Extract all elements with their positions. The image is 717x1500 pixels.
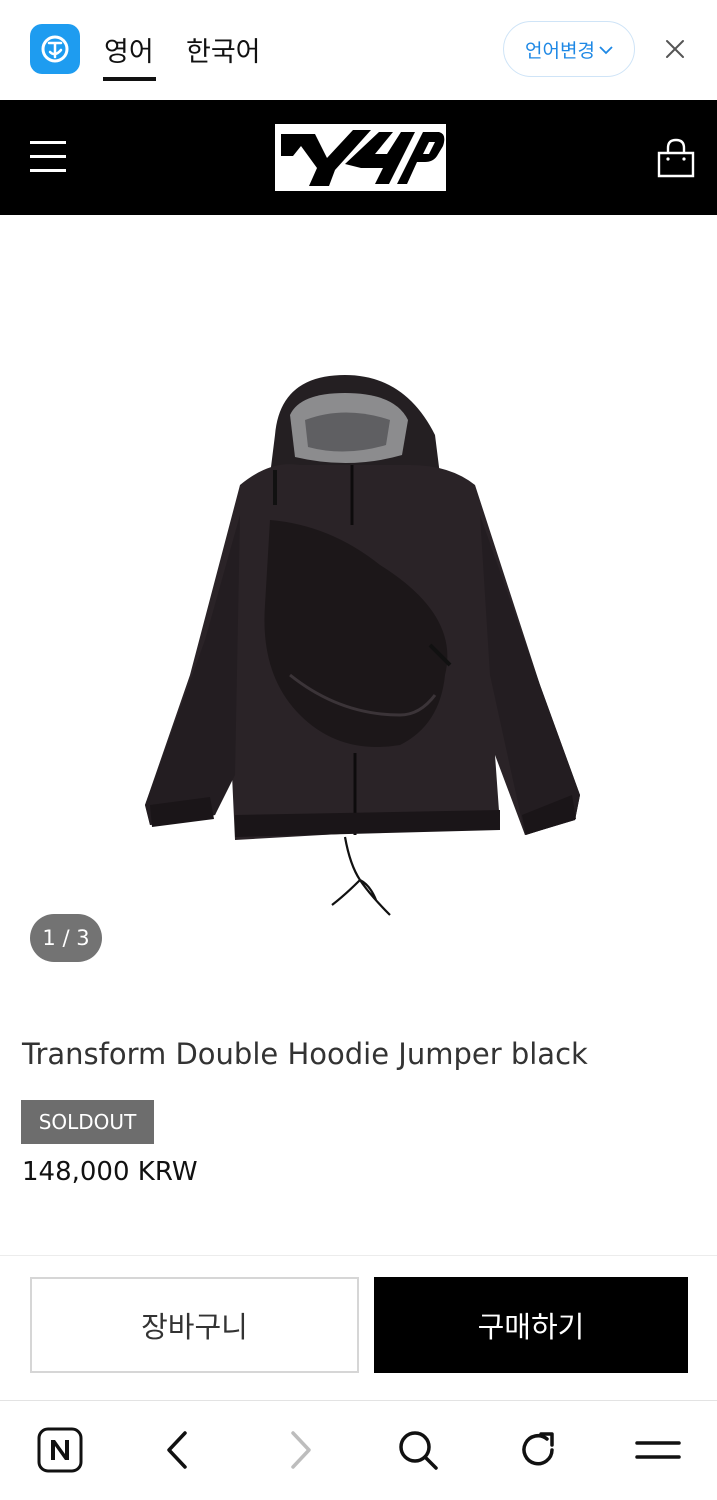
store-header: [0, 100, 717, 215]
translate-app-icon: [30, 24, 80, 74]
status-badge: SOLDOUT: [21, 1100, 154, 1144]
product-price: 148,000 KRW: [22, 1157, 198, 1187]
product-title: Transform Double Hoodie Jumper black: [22, 1037, 588, 1071]
tab-english[interactable]: 영어: [104, 30, 154, 69]
purchase-action-bar: 장바구니 구매하기: [0, 1255, 717, 1401]
tab-korean[interactable]: 한국어: [186, 30, 261, 69]
forward-icon[interactable]: [275, 1425, 325, 1475]
add-to-cart-button[interactable]: 장바구니: [30, 1277, 359, 1373]
product-image-carousel[interactable]: 1 / 3: [0, 215, 717, 985]
back-icon[interactable]: [153, 1425, 203, 1475]
menu-icon[interactable]: [30, 141, 66, 173]
translation-bar: 영어 한국어 언어변경: [0, 0, 717, 100]
change-language-button[interactable]: 언어변경: [503, 21, 635, 77]
buy-now-button[interactable]: 구매하기: [374, 1277, 688, 1373]
naver-home-icon[interactable]: [35, 1425, 85, 1475]
change-language-label: 언어변경: [525, 39, 595, 62]
browser-menu-icon[interactable]: [633, 1425, 683, 1475]
shopping-bag-icon[interactable]: [655, 137, 697, 179]
product-photo: [145, 375, 580, 916]
active-tab-indicator: [103, 77, 156, 81]
browser-toolbar: [0, 1401, 717, 1500]
chevron-down-icon: [599, 46, 613, 55]
close-icon[interactable]: [660, 34, 690, 64]
image-counter: 1 / 3: [30, 914, 102, 962]
search-icon[interactable]: [393, 1425, 443, 1475]
brand-logo[interactable]: [275, 124, 446, 191]
refresh-icon[interactable]: [513, 1425, 563, 1475]
